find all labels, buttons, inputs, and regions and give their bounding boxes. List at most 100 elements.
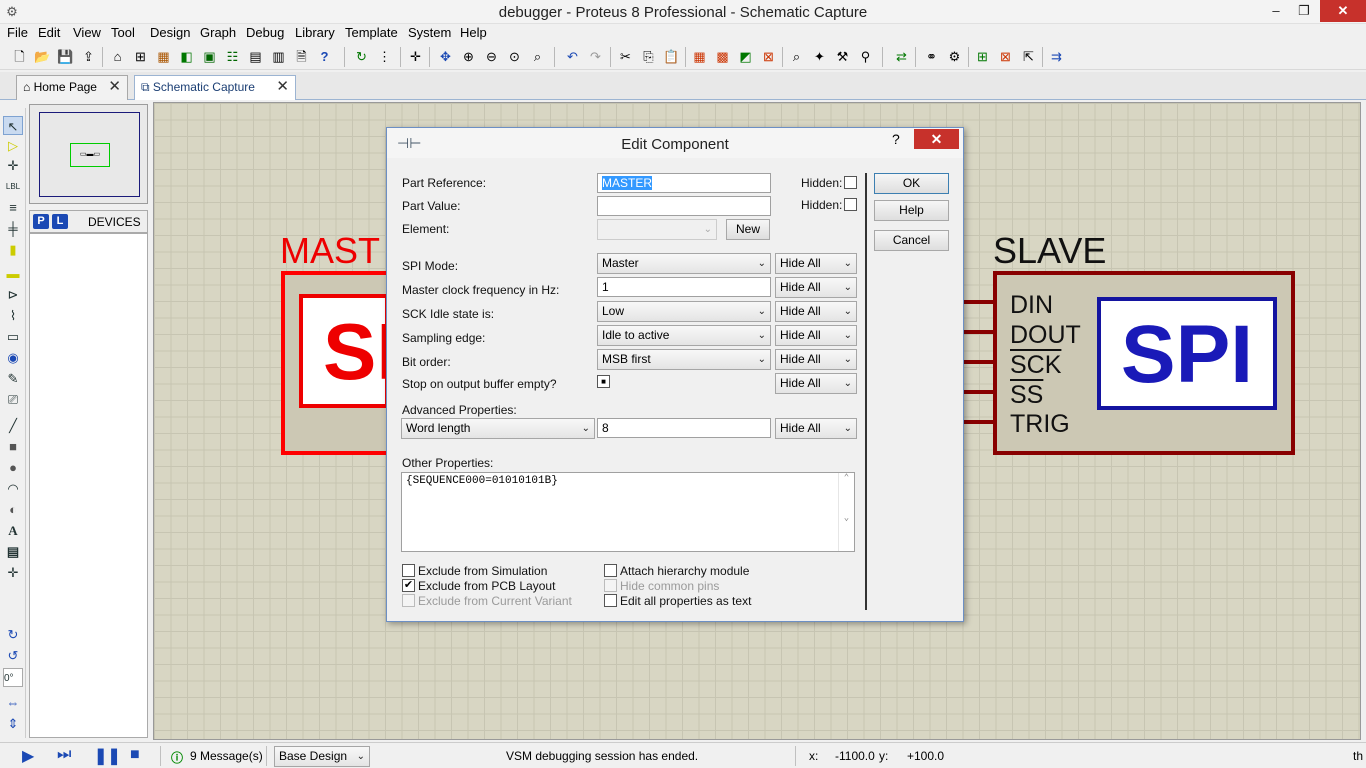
- help-button[interactable]: Help: [874, 200, 949, 221]
- menu-debug[interactable]: Debug: [246, 25, 284, 40]
- pause-icon[interactable]: ❚❚: [94, 746, 121, 766]
- sck-idle-select[interactable]: Low ⌄: [597, 301, 771, 322]
- wire-autorouter-icon[interactable]: ⇄: [892, 47, 911, 66]
- box-icon[interactable]: ■: [3, 437, 23, 456]
- report-icon[interactable]: ▤: [246, 47, 265, 66]
- package-tool-icon[interactable]: ⚒: [833, 47, 852, 66]
- text-script-icon[interactable]: ≡: [3, 198, 23, 217]
- graph-mode-icon[interactable]: ⌇: [3, 306, 23, 325]
- tab-home-page[interactable]: ⌂ Home Page ✕: [16, 75, 128, 100]
- virtual-instruments-icon[interactable]: ⎚: [3, 390, 23, 409]
- zoom-all-icon[interactable]: ⊙: [505, 47, 524, 66]
- menu-view[interactable]: View: [73, 25, 101, 40]
- menu-graph[interactable]: Graph: [200, 25, 236, 40]
- buses-icon[interactable]: ╪: [3, 219, 23, 238]
- menu-template[interactable]: Template: [345, 25, 398, 40]
- exit-to-parent-icon[interactable]: ⇱: [1019, 47, 1038, 66]
- overview-window[interactable]: ▭▬▭: [29, 104, 148, 204]
- symbol-icon[interactable]: ▤: [3, 542, 23, 561]
- master-part-label[interactable]: MAST: [280, 230, 380, 272]
- selection-mode-icon[interactable]: ↖: [3, 116, 23, 135]
- sck-idle-visibility-select[interactable]: Hide All ⌄: [775, 301, 857, 322]
- new-sheet-icon[interactable]: ⊞: [973, 47, 992, 66]
- tab-close-icon[interactable]: ✕: [108, 76, 121, 98]
- cancel-button[interactable]: Cancel: [874, 230, 949, 251]
- notes-icon[interactable]: ▥: [269, 47, 288, 66]
- new-icon[interactable]: 🗋: [10, 47, 29, 66]
- devices-list[interactable]: [29, 233, 148, 738]
- pick-devices-button[interactable]: P: [33, 214, 49, 229]
- component-mode-icon[interactable]: ▷: [3, 136, 23, 155]
- sampling-edge-visibility-select[interactable]: Hide All ⌄: [775, 325, 857, 346]
- vertical-scrollbar[interactable]: [1361, 102, 1366, 740]
- circle-icon[interactable]: ●: [3, 458, 23, 477]
- tape-recorder-icon[interactable]: ▭: [3, 327, 23, 346]
- bit-order-visibility-select[interactable]: Hide All ⌄: [775, 349, 857, 370]
- ok-button[interactable]: OK: [874, 173, 949, 194]
- device-pins-icon[interactable]: ⊳: [3, 285, 23, 304]
- window-close-button[interactable]: ✕: [1320, 0, 1366, 22]
- clock-frequency-input[interactable]: 1: [597, 277, 771, 297]
- overview-viewport[interactable]: ▭▬▭: [39, 112, 140, 197]
- mirror-x-icon[interactable]: ⇔: [3, 693, 23, 712]
- generator-icon[interactable]: ◉: [3, 348, 23, 367]
- advanced-property-input[interactable]: 8: [597, 418, 771, 438]
- value-hidden-checkbox[interactable]: [844, 198, 857, 211]
- pcb-icon[interactable]: ▦: [154, 47, 173, 66]
- menu-edit[interactable]: Edit: [38, 25, 60, 40]
- spi-mode-select[interactable]: Master ⌄: [597, 253, 771, 274]
- doc-icon[interactable]: 🗎: [292, 47, 311, 66]
- library-manager-button[interactable]: L: [52, 214, 68, 229]
- advanced-property-select[interactable]: Word length ⌄: [401, 418, 595, 439]
- minimize-button[interactable]: ‒: [1262, 0, 1290, 22]
- grid-icon[interactable]: ⋮: [375, 47, 394, 66]
- block-move-icon[interactable]: ▩: [713, 47, 732, 66]
- zoom-area-icon[interactable]: ⌕: [528, 47, 547, 66]
- other-properties-textarea[interactable]: {SEQUENCE000=01010101B} ⌃ ⌄: [401, 472, 855, 552]
- tab-schematic-capture[interactable]: ⧉ Schematic Capture ✕: [134, 75, 296, 100]
- pan-icon[interactable]: ✥: [436, 47, 455, 66]
- slave-part-label[interactable]: SLAVE: [993, 230, 1106, 272]
- refresh-icon[interactable]: ↻: [352, 47, 371, 66]
- menu-design[interactable]: Design: [150, 25, 190, 40]
- block-copy-icon[interactable]: ▦: [690, 47, 709, 66]
- reference-hidden-checkbox[interactable]: [844, 176, 857, 189]
- spi-mode-visibility-select[interactable]: Hide All ⌄: [775, 253, 857, 274]
- path-icon[interactable]: ◐: [3, 500, 23, 519]
- menu-library[interactable]: Library: [295, 25, 335, 40]
- dialog-help-icon[interactable]: ?: [892, 131, 900, 147]
- textarea-scrollbar[interactable]: ⌃ ⌄: [838, 473, 854, 551]
- save-icon[interactable]: 💾: [56, 47, 75, 66]
- wire-label-icon[interactable]: LBL: [3, 177, 23, 196]
- rotate-cw-icon[interactable]: ↻: [3, 625, 23, 644]
- stop-icon[interactable]: ■: [130, 746, 140, 764]
- paste-icon[interactable]: 📋: [662, 47, 681, 66]
- import-icon[interactable]: ⇪: [79, 47, 98, 66]
- restore-button[interactable]: ❐: [1290, 0, 1318, 22]
- mirror-y-icon[interactable]: ⇕: [3, 714, 23, 733]
- exclude-pcb-checkbox[interactable]: ✔: [402, 579, 415, 592]
- redo-icon[interactable]: ↷: [586, 47, 605, 66]
- step-icon[interactable]: ⏭: [57, 746, 71, 764]
- cut-icon[interactable]: ✂: [616, 47, 635, 66]
- block-delete-icon[interactable]: ⊠: [759, 47, 778, 66]
- voltage-probe-icon[interactable]: ✎: [3, 369, 23, 388]
- gerber-icon[interactable]: ▣: [200, 47, 219, 66]
- part-value-input[interactable]: [597, 196, 771, 216]
- origin-icon[interactable]: ✛: [406, 47, 425, 66]
- clock-frequency-visibility-select[interactable]: Hide All ⌄: [775, 277, 857, 298]
- schematic-icon[interactable]: ⊞: [131, 47, 150, 66]
- new-element-button[interactable]: New: [726, 219, 770, 240]
- design-variant-select[interactable]: Base Design ⌄: [274, 746, 370, 767]
- subcircuit-icon[interactable]: ▮: [3, 240, 23, 259]
- help-icon[interactable]: ?: [315, 47, 334, 66]
- attach-hierarchy-checkbox[interactable]: [604, 564, 617, 577]
- zoom-in-icon[interactable]: ⊕: [459, 47, 478, 66]
- netlist-icon[interactable]: ⇉: [1047, 47, 1066, 66]
- marker-icon[interactable]: ✛: [3, 563, 23, 582]
- menu-file[interactable]: File: [7, 25, 28, 40]
- edit-all-checkbox[interactable]: [604, 594, 617, 607]
- tab-close-icon[interactable]: ✕: [276, 76, 289, 98]
- play-icon[interactable]: ▶: [22, 746, 34, 766]
- open-icon[interactable]: 📂: [33, 47, 52, 66]
